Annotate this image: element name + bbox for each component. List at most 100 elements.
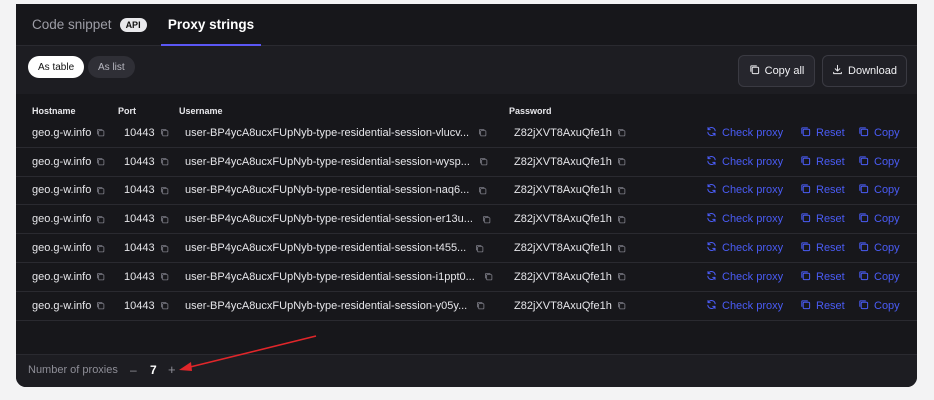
hostname-cell: geo.g-w.info xyxy=(32,119,105,147)
port-cell: 10443 xyxy=(124,148,169,176)
port-value: 10443 xyxy=(124,155,155,168)
hostname-cell: geo.g-w.info xyxy=(32,263,105,291)
copy-icon[interactable] xyxy=(160,215,169,224)
check-proxy-button[interactable]: Check proxy xyxy=(706,119,783,147)
copy-button[interactable]: Copy xyxy=(858,234,900,262)
download-label: Download xyxy=(848,65,897,77)
as-table-toggle[interactable]: As table xyxy=(28,56,85,78)
check-proxy-button[interactable]: Check proxy xyxy=(706,263,783,291)
username-cell: user-BP4ycA8ucxFUpNyb-type-residential-s… xyxy=(185,234,484,262)
copy-button[interactable]: Copy xyxy=(858,177,900,205)
copy-icon[interactable] xyxy=(478,128,487,137)
check-proxy-button[interactable]: Check proxy xyxy=(706,177,783,205)
reset-button[interactable]: Reset xyxy=(800,148,845,176)
increment-button[interactable]: + xyxy=(168,362,176,377)
reset-label: Reset xyxy=(816,242,845,255)
reset-button[interactable]: Reset xyxy=(800,234,845,262)
tab-bar: Code snippet API Proxy strings xyxy=(16,4,917,46)
port-value: 10443 xyxy=(124,299,155,312)
download-button[interactable]: Download xyxy=(822,55,907,87)
copy-icon[interactable] xyxy=(160,186,169,195)
copy-icon[interactable] xyxy=(160,157,169,166)
copy-icon[interactable] xyxy=(617,186,626,195)
copy-icon[interactable] xyxy=(160,272,169,281)
refresh-icon xyxy=(706,212,717,226)
copy-icon[interactable] xyxy=(617,157,626,166)
copy-button[interactable]: Copy xyxy=(858,148,900,176)
copy-icon[interactable] xyxy=(96,215,105,224)
copy-icon[interactable] xyxy=(96,128,105,137)
copy-icon xyxy=(800,183,811,197)
tab-proxy-strings[interactable]: Proxy strings xyxy=(161,4,261,46)
copy-icon[interactable] xyxy=(617,301,626,310)
password-cell: Z82jXVT8AxuQfe1h xyxy=(514,205,626,233)
copy-button[interactable]: Copy xyxy=(858,119,900,147)
copy-icon[interactable] xyxy=(96,272,105,281)
copy-icon[interactable] xyxy=(478,186,487,195)
copy-icon[interactable] xyxy=(617,215,626,224)
check-proxy-label: Check proxy xyxy=(722,126,784,139)
header-hostname: Hostname xyxy=(32,106,76,116)
copy-icon[interactable] xyxy=(96,301,105,310)
check-proxy-label: Check proxy xyxy=(722,213,784,226)
password-value: Z82jXVT8AxuQfe1h xyxy=(514,155,612,168)
username-value: user-BP4ycA8ucxFUpNyb-type-residential-s… xyxy=(185,155,470,168)
port-value: 10443 xyxy=(124,213,155,226)
copy-button[interactable]: Copy xyxy=(858,263,900,291)
port-cell: 10443 xyxy=(124,119,169,147)
port-cell: 10443 xyxy=(124,292,169,320)
check-proxy-label: Check proxy xyxy=(722,242,784,255)
reset-label: Reset xyxy=(816,184,845,197)
table-row: geo.g-w.info 10443 user-BP4ycA8ucxFUpNyb-t… xyxy=(16,177,917,206)
hostname-value: geo.g-w.info xyxy=(32,299,92,312)
copy-icon[interactable] xyxy=(617,244,626,253)
copy-icon[interactable] xyxy=(160,128,169,137)
password-value: Z82jXVT8AxuQfe1h xyxy=(514,299,612,312)
reset-button[interactable]: Reset xyxy=(800,177,845,205)
copy-icon[interactable] xyxy=(479,157,488,166)
check-proxy-button[interactable]: Check proxy xyxy=(706,292,783,320)
username-value: user-BP4ycA8ucxFUpNyb-type-residential-s… xyxy=(185,242,467,255)
copy-all-button[interactable]: Copy all xyxy=(738,55,815,87)
tab-code-snippet[interactable]: Code snippet API xyxy=(32,4,147,45)
check-proxy-button[interactable]: Check proxy xyxy=(706,148,783,176)
port-value: 10443 xyxy=(124,126,155,139)
copy-button[interactable]: Copy xyxy=(858,205,900,233)
copy-icon[interactable] xyxy=(96,186,105,195)
check-proxy-button[interactable]: Check proxy xyxy=(706,234,783,262)
port-cell: 10443 xyxy=(124,234,169,262)
username-cell: user-BP4ycA8ucxFUpNyb-type-residential-s… xyxy=(185,148,488,176)
copy-icon[interactable] xyxy=(96,157,105,166)
hostname-value: geo.g-w.info xyxy=(32,270,92,283)
copy-icon[interactable] xyxy=(476,301,485,310)
copy-icon[interactable] xyxy=(617,272,626,281)
proxy-table-body: geo.g-w.info 10443 user-BP4ycA8ucxFUpNyb-t… xyxy=(16,119,917,321)
password-value: Z82jXVT8AxuQfe1h xyxy=(514,126,612,139)
reset-button[interactable]: Reset xyxy=(800,263,845,291)
copy-icon[interactable] xyxy=(160,301,169,310)
check-proxy-button[interactable]: Check proxy xyxy=(706,205,783,233)
refresh-icon xyxy=(706,299,717,313)
username-value: user-BP4ycA8ucxFUpNyb-type-residential-s… xyxy=(185,299,468,312)
copy-icon[interactable] xyxy=(484,272,493,281)
as-list-toggle[interactable]: As list xyxy=(88,56,135,78)
copy-label: Copy xyxy=(874,270,900,283)
reset-button[interactable]: Reset xyxy=(800,205,845,233)
password-cell: Z82jXVT8AxuQfe1h xyxy=(514,148,626,176)
username-cell: user-BP4ycA8ucxFUpNyb-type-residential-s… xyxy=(185,119,487,147)
reset-button[interactable]: Reset xyxy=(800,119,845,147)
copy-icon[interactable] xyxy=(482,215,491,224)
reset-button[interactable]: Reset xyxy=(800,292,845,320)
copy-icon[interactable] xyxy=(617,128,626,137)
password-cell: Z82jXVT8AxuQfe1h xyxy=(514,234,626,262)
refresh-icon xyxy=(706,183,717,197)
decrement-button[interactable]: – xyxy=(130,363,137,377)
password-cell: Z82jXVT8AxuQfe1h xyxy=(514,177,626,205)
port-cell: 10443 xyxy=(124,263,169,291)
copy-icon[interactable] xyxy=(96,244,105,253)
copy-icon xyxy=(858,270,869,284)
copy-button[interactable]: Copy xyxy=(858,292,900,320)
reset-label: Reset xyxy=(816,270,845,283)
copy-icon[interactable] xyxy=(160,244,169,253)
copy-icon[interactable] xyxy=(475,244,484,253)
